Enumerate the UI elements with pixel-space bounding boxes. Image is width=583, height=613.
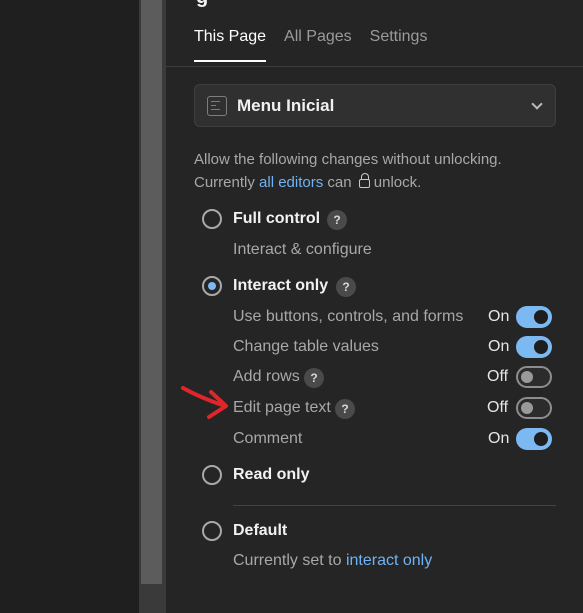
chevron-down-icon: [531, 98, 543, 110]
radio-default[interactable]: [202, 521, 222, 541]
setting-label-add-rows: Add rows: [233, 368, 300, 385]
tab-settings[interactable]: Settings: [370, 28, 428, 62]
toggle-use-controls[interactable]: [516, 306, 552, 328]
scrollbar-thumb[interactable]: [141, 0, 162, 584]
add-rows-help-icon[interactable]: ?: [304, 368, 324, 388]
setting-label-use-controls: Use buttons, controls, and forms: [233, 308, 464, 325]
default-label: Default: [233, 522, 288, 539]
toggle-add-rows[interactable]: [516, 366, 552, 388]
setting-state-add-rows: Off: [487, 368, 509, 385]
setting-label-change-table: Change table values: [233, 338, 379, 355]
setting-label-edit-text: Edit page text: [233, 399, 331, 416]
tabs-divider: [165, 66, 583, 67]
options-divider: [233, 505, 556, 506]
panel-title-fragment: g: [196, 0, 208, 9]
page-icon: [207, 95, 227, 116]
radio-full-control[interactable]: [202, 209, 222, 229]
toggle-edit-text[interactable]: [516, 397, 552, 419]
setting-label-comment: Comment: [233, 430, 303, 447]
lock-icon: [358, 173, 370, 188]
tab-all-pages[interactable]: All Pages: [284, 28, 352, 62]
red-arrow-annotation-icon: [181, 386, 228, 419]
setting-state-comment: On: [488, 430, 510, 447]
interact-only-link[interactable]: interact only: [346, 552, 432, 569]
interact-only-label: Interact only: [233, 277, 329, 294]
page-dropdown[interactable]: Menu Inicial: [194, 84, 556, 127]
page-dropdown-label: Menu Inicial: [237, 95, 335, 115]
left-pane: [0, 0, 139, 613]
full-control-description: Interact & configure: [233, 241, 372, 258]
edit-text-help-icon[interactable]: ?: [335, 399, 355, 419]
radio-read-only[interactable]: [202, 465, 222, 485]
setting-state-edit-text: Off: [487, 399, 509, 416]
full-control-label: Full control: [233, 210, 321, 227]
tab-this-page[interactable]: This Page: [194, 28, 267, 62]
toggle-comment[interactable]: [516, 428, 552, 450]
read-only-label: Read only: [233, 466, 310, 483]
all-editors-link[interactable]: all editors: [259, 174, 323, 191]
setting-state-change-table: On: [488, 338, 510, 355]
description-line-2: Currently all editors can unlock.: [194, 173, 422, 191]
toggle-change-table[interactable]: [516, 336, 552, 358]
tab-bar: This Page All Pages Settings: [194, 28, 427, 62]
full-control-help-icon[interactable]: ?: [327, 210, 347, 230]
interact-only-help-icon[interactable]: ?: [336, 277, 356, 297]
default-description: Currently set to interact only: [233, 552, 433, 569]
setting-state-use-controls: On: [488, 308, 510, 325]
permissions-description: Allow the following changes without unlo…: [194, 148, 564, 194]
description-line-1: Allow the following changes without unlo…: [194, 151, 502, 168]
radio-interact-only[interactable]: [202, 276, 222, 296]
